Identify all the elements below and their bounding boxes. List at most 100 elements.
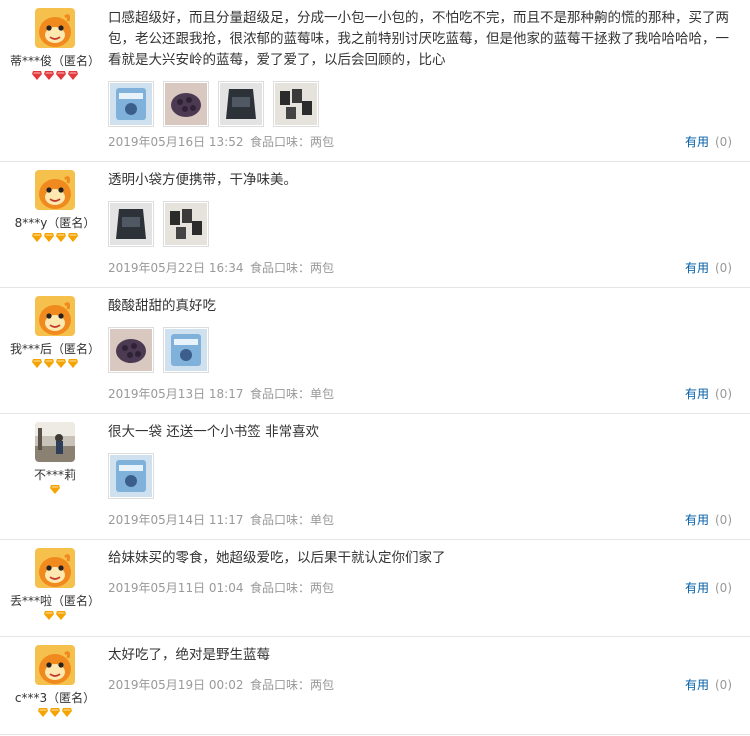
- diamond-icon: [38, 707, 48, 717]
- member-level-badges: [0, 70, 110, 82]
- review-meta: 2019年05月19日 00:02 食品口味：两包 有用 (0): [108, 677, 732, 693]
- helpful-vote: 有用 (0): [685, 134, 732, 150]
- member-level-badges: [0, 484, 110, 496]
- review-photos: [108, 453, 732, 499]
- helpful-count: (0): [715, 135, 732, 149]
- helpful-button[interactable]: 有用: [685, 261, 709, 275]
- helpful-button[interactable]: 有用: [685, 135, 709, 149]
- review-meta: 2019年05月14日 11:17 食品口味：单包 有用 (0): [108, 512, 732, 528]
- review-item: 我***后（匿名） 酸酸甜甜的真好吃 2019年05月13日 18:17 食品口味：单…: [0, 288, 750, 414]
- review-item: 8***y（匿名） 透明小袋方便携带，干净味美。 2019年05月22日 16:34…: [0, 162, 750, 288]
- product-flavor: 食品口味：单包: [250, 513, 335, 527]
- review-text: 酸酸甜甜的真好吃: [108, 298, 216, 314]
- diamond-icon: [56, 70, 66, 80]
- helpful-count: (0): [715, 581, 732, 595]
- avatar[interactable]: [35, 8, 75, 48]
- reviewer-name: 蒂***俊（匿名）: [9, 54, 100, 68]
- review-photo-thumbnail[interactable]: [108, 327, 154, 373]
- reviewer-info: 我***后（匿名）: [0, 296, 110, 370]
- reviewer-info: 蒂***俊（匿名）: [0, 8, 110, 82]
- diamond-icon: [44, 610, 54, 620]
- helpful-vote: 有用 (0): [685, 260, 732, 276]
- product-flavor: 食品口味：两包: [250, 135, 335, 149]
- review-photos: [108, 201, 732, 247]
- helpful-button[interactable]: 有用: [685, 387, 709, 401]
- reviewer-info: 不***莉: [0, 422, 110, 496]
- member-level-badges: [0, 358, 110, 370]
- reviewer-name: c***3（匿名）: [14, 691, 96, 705]
- member-level-badges: [0, 610, 110, 622]
- diamond-icon: [56, 358, 66, 368]
- review-list: 蒂***俊（匿名） 口感超级好，而且分量超级足，分成一小包一小包的，不怕吃不完，而…: [0, 0, 750, 735]
- avatar[interactable]: [35, 170, 75, 210]
- review-meta: 2019年05月13日 18:17 食品口味：单包 有用 (0): [108, 386, 732, 402]
- review-content: 口感超级好，而且分量超级足，分成一小包一小包的，不怕吃不完，而且不是那种齁的慌的…: [108, 8, 732, 127]
- review-date: 2019年05月22日 16:34: [108, 261, 244, 275]
- review-photo-thumbnail[interactable]: [108, 201, 154, 247]
- diamond-icon: [50, 707, 60, 717]
- diamond-icon: [44, 358, 54, 368]
- avatar[interactable]: [35, 296, 75, 336]
- review-photo-thumbnail[interactable]: [218, 81, 264, 127]
- diamond-icon: [68, 70, 78, 80]
- helpful-button[interactable]: 有用: [685, 678, 709, 692]
- diamond-icon: [68, 358, 78, 368]
- helpful-vote: 有用 (0): [685, 512, 732, 528]
- diamond-icon: [44, 70, 54, 80]
- review-content: 给妹妹买的零食，她超级爱吃，以后果干就认定你们家了: [108, 548, 732, 569]
- review-meta: 2019年05月22日 16:34 食品口味：两包 有用 (0): [108, 260, 732, 276]
- review-content: 太好吃了，绝对是野生蓝莓: [108, 645, 732, 666]
- review-item: 不***莉 很大一袋 还送一个小书签 非常喜欢 2019年05月14日 11:17 食…: [0, 414, 750, 540]
- reviewer-info: 8***y（匿名）: [0, 170, 110, 244]
- diamond-icon: [50, 484, 60, 494]
- reviewer-name: 不***莉: [33, 468, 76, 482]
- review-photo-thumbnail[interactable]: [163, 201, 209, 247]
- review-date: 2019年05月14日 11:17: [108, 513, 244, 527]
- product-flavor: 食品口味：单包: [250, 387, 335, 401]
- helpful-vote: 有用 (0): [685, 677, 732, 693]
- helpful-button[interactable]: 有用: [685, 581, 709, 595]
- review-content: 很大一袋 还送一个小书签 非常喜欢: [108, 422, 732, 499]
- review-photo-thumbnail[interactable]: [163, 81, 209, 127]
- helpful-button[interactable]: 有用: [685, 513, 709, 527]
- review-photo-thumbnail[interactable]: [108, 81, 154, 127]
- member-level-badges: [0, 707, 110, 719]
- reviewer-info: c***3（匿名）: [0, 645, 110, 719]
- reviewer-name: 丢***啦（匿名）: [9, 594, 100, 608]
- review-photo-thumbnail[interactable]: [273, 81, 319, 127]
- diamond-icon: [62, 707, 72, 717]
- avatar[interactable]: [35, 548, 75, 588]
- review-date: 2019年05月19日 00:02: [108, 678, 244, 692]
- review-content: 透明小袋方便携带，干净味美。: [108, 170, 732, 247]
- diamond-icon: [32, 232, 42, 242]
- product-flavor: 食品口味：两包: [250, 678, 335, 692]
- reviewer-info: 丢***啦（匿名）: [0, 548, 110, 622]
- review-item: c***3（匿名） 太好吃了，绝对是野生蓝莓 2019年05月19日 00:02 食品…: [0, 637, 750, 735]
- helpful-count: (0): [715, 678, 732, 692]
- diamond-icon: [32, 70, 42, 80]
- reviewer-name: 8***y（匿名）: [14, 216, 96, 230]
- review-date: 2019年05月11日 01:04: [108, 581, 244, 595]
- diamond-icon: [56, 610, 66, 620]
- review-date: 2019年05月16日 13:52: [108, 135, 244, 149]
- helpful-vote: 有用 (0): [685, 580, 732, 596]
- avatar[interactable]: [35, 645, 75, 685]
- review-text: 很大一袋 还送一个小书签 非常喜欢: [108, 424, 320, 440]
- diamond-icon: [68, 232, 78, 242]
- review-date: 2019年05月13日 18:17: [108, 387, 244, 401]
- review-content: 酸酸甜甜的真好吃: [108, 296, 732, 373]
- review-meta: 2019年05月16日 13:52 食品口味：两包 有用 (0): [108, 134, 732, 150]
- helpful-count: (0): [715, 261, 732, 275]
- product-flavor: 食品口味：两包: [250, 261, 335, 275]
- diamond-icon: [56, 232, 66, 242]
- avatar[interactable]: [35, 422, 75, 462]
- review-text: 口感超级好，而且分量超级足，分成一小包一小包的，不怕吃不完，而且不是那种齁的慌的…: [108, 10, 729, 68]
- review-photo-thumbnail[interactable]: [108, 453, 154, 499]
- review-photos: [108, 327, 732, 373]
- review-photo-thumbnail[interactable]: [163, 327, 209, 373]
- helpful-count: (0): [715, 513, 732, 527]
- review-text: 给妹妹买的零食，她超级爱吃，以后果干就认定你们家了: [108, 550, 446, 566]
- helpful-vote: 有用 (0): [685, 386, 732, 402]
- review-item: 丢***啦（匿名） 给妹妹买的零食，她超级爱吃，以后果干就认定你们家了 2019年0…: [0, 540, 750, 637]
- review-meta: 2019年05月11日 01:04 食品口味：两包 有用 (0): [108, 580, 732, 596]
